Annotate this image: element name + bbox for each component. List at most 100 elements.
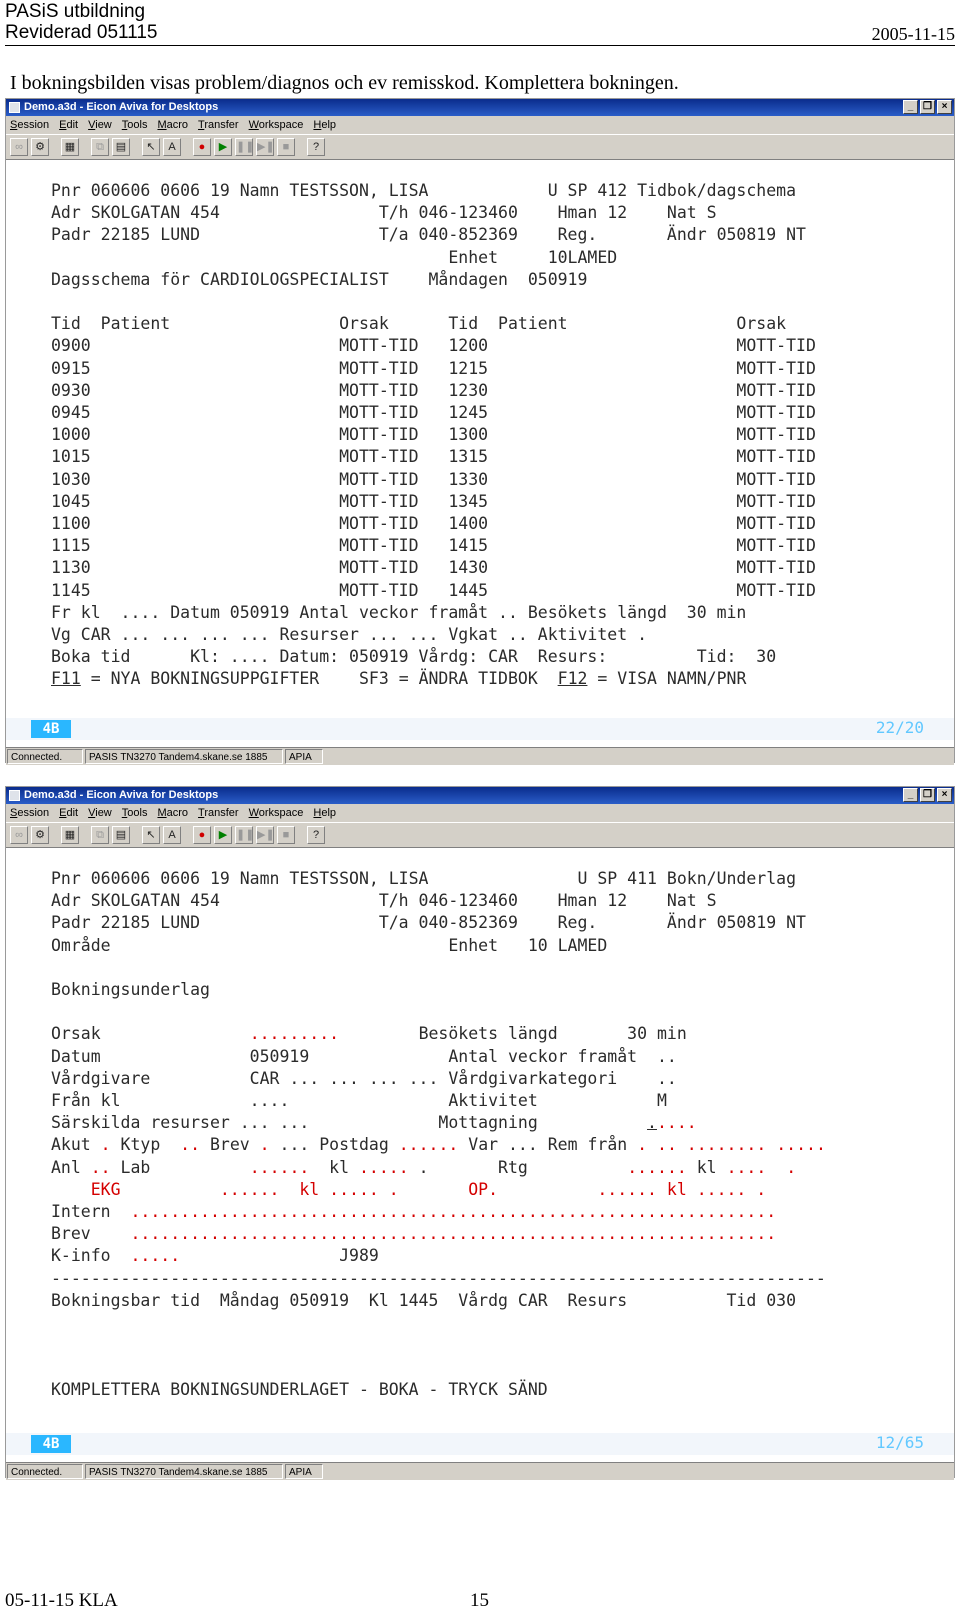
menu-tools[interactable]: Tools — [122, 116, 148, 134]
input-field[interactable]: .... — [727, 1158, 767, 1177]
close-button[interactable]: × — [937, 788, 952, 802]
pointer-icon[interactable]: ↖ — [142, 826, 160, 844]
screen-line: Padr 22185 LUND T/a 040-852369 Reg. Ändr… — [51, 225, 806, 245]
input-field[interactable]: EKG ...... kl ..... . OP. ...... kl ....… — [51, 1180, 767, 1199]
field-text: Intern — [51, 1202, 131, 1222]
close-button[interactable]: × — [937, 100, 952, 114]
menu-workspace[interactable]: Workspace — [249, 804, 304, 822]
menu-edit[interactable]: Edit — [59, 116, 78, 134]
input-field[interactable]: . .. ........ ..... — [637, 1135, 826, 1154]
input-field[interactable]: ..... — [359, 1158, 409, 1177]
menu-help[interactable]: Help — [313, 116, 336, 134]
status-bar: Connected. PASIS TN3270 Tandem4.skane.se… — [6, 747, 954, 765]
help-icon[interactable]: ? — [307, 138, 325, 156]
f12-key[interactable]: F12 — [558, 669, 588, 688]
screen-line: Fr kl .... Datum 050919 Antal veckor fra… — [51, 602, 747, 622]
menu-macro[interactable]: Macro — [157, 116, 188, 134]
terminal-screen[interactable]: Pnr 060606 0606 19 Namn TESTSSON, LISA U… — [6, 160, 954, 747]
screen-line: 1000 MOTT-TID 1300 MOTT-TID — [51, 425, 816, 445]
screen-line: Från kl .... Aktivitet M — [51, 1091, 667, 1111]
screen-line: 1115 MOTT-TID 1415 MOTT-TID — [51, 536, 816, 556]
input-field[interactable]: . — [101, 1135, 111, 1154]
input-field[interactable]: ...... — [250, 1158, 310, 1177]
field-text[interactable]: . — [647, 1113, 657, 1132]
screen-line: Pnr 060606 0606 19 Namn TESTSSON, LISA U… — [51, 869, 797, 888]
stop-icon[interactable]: ■ — [277, 138, 295, 156]
minimize-button[interactable]: _ — [903, 100, 918, 114]
menu-session[interactable]: Session — [10, 804, 49, 822]
font-icon[interactable]: A — [163, 826, 181, 844]
input-field[interactable]: .... — [657, 1113, 697, 1132]
input-field[interactable]: ......... — [250, 1024, 339, 1043]
menu-help[interactable]: Help — [313, 804, 336, 822]
copy-icon[interactable]: ⧉ — [91, 826, 109, 844]
screen-line — [51, 1001, 826, 1023]
step-icon[interactable]: ▶❚ — [256, 138, 275, 156]
paste-icon[interactable]: ▤ — [112, 826, 130, 844]
window-titlebar[interactable]: Demo.a3d - Eicon Aviva for Desktops _ ❐ … — [6, 99, 954, 116]
minimize-button[interactable]: _ — [903, 788, 918, 802]
input-field[interactable]: . — [786, 1158, 796, 1177]
record-icon[interactable]: ● — [193, 138, 211, 156]
menu-transfer[interactable]: Transfer — [198, 804, 239, 822]
menu-view[interactable]: View — [88, 804, 112, 822]
screen-line — [51, 1356, 826, 1378]
connect-icon[interactable]: ∞ — [10, 138, 28, 156]
disconnect-icon[interactable]: ⚙ — [31, 826, 49, 844]
screen-line: Område Enhet 10 LAMED — [51, 935, 608, 955]
copy-icon[interactable]: ⧉ — [91, 138, 109, 156]
input-field[interactable]: .. — [91, 1158, 111, 1177]
menu-session[interactable]: Session — [10, 116, 49, 134]
input-field[interactable]: .. — [180, 1135, 200, 1154]
disconnect-icon[interactable]: ⚙ — [31, 138, 49, 156]
screen-line: Pnr 060606 0606 19 Namn TESTSSON, LISA U… — [51, 181, 797, 200]
menu-transfer[interactable]: Transfer — [198, 116, 239, 134]
menu-edit[interactable]: Edit — [59, 804, 78, 822]
oia-line — [6, 718, 954, 740]
status-mode: APIA — [285, 749, 323, 764]
screen-line: Akut . Ktyp .. Brev . ... Postdag ......… — [51, 1134, 826, 1156]
play-icon[interactable]: ▶ — [214, 826, 232, 844]
pause-icon[interactable]: ❚❚ — [235, 826, 254, 844]
screen-line: 1015 MOTT-TID 1315 MOTT-TID — [51, 447, 816, 467]
screen-line: Enhet 10LAMED — [51, 247, 618, 267]
font-icon[interactable]: A — [163, 138, 181, 156]
terminal-screen[interactable]: Pnr 060606 0606 19 Namn TESTSSON, LISA U… — [6, 848, 954, 1462]
input-field[interactable]: ..... — [130, 1246, 180, 1265]
menu-bar: Session Edit View Tools Macro Transfer W… — [6, 116, 954, 134]
menu-view[interactable]: View — [88, 116, 112, 134]
step-icon[interactable]: ▶❚ — [256, 826, 275, 844]
print-icon[interactable]: ▦ — [61, 138, 79, 156]
input-field[interactable]: ...... — [627, 1158, 687, 1177]
print-icon[interactable]: ▦ — [61, 826, 79, 844]
pause-icon[interactable]: ❚❚ — [235, 138, 254, 156]
input-field[interactable]: ...... — [399, 1135, 459, 1154]
f11-key[interactable]: F11 — [51, 669, 81, 688]
screen-line: KOMPLETTERA BOKNINGSUNDERLAGET - BOKA - … — [51, 1379, 548, 1399]
screen-line: 1100 MOTT-TID 1400 MOTT-TID — [51, 514, 816, 534]
window-titlebar[interactable]: Demo.a3d - Eicon Aviva for Desktops _ ❐ … — [6, 787, 954, 804]
paste-icon[interactable]: ▤ — [112, 138, 130, 156]
restore-button[interactable]: ❐ — [920, 100, 935, 114]
status-connected: Connected. — [7, 1464, 83, 1479]
menu-bar: Session Edit View Tools Macro Transfer W… — [6, 804, 954, 822]
restore-button[interactable]: ❐ — [920, 788, 935, 802]
input-field[interactable]: ........................................… — [130, 1202, 776, 1221]
menu-macro[interactable]: Macro — [157, 804, 188, 822]
stop-icon[interactable]: ■ — [277, 826, 295, 844]
screen-line: 1145 MOTT-TID 1445 MOTT-TID — [51, 580, 816, 600]
screen-line — [51, 1312, 826, 1334]
menu-tools[interactable]: Tools — [122, 804, 148, 822]
connect-icon[interactable]: ∞ — [10, 826, 28, 844]
field-text: Brev — [51, 1224, 131, 1244]
help-icon[interactable]: ? — [307, 826, 325, 844]
play-icon[interactable]: ▶ — [214, 138, 232, 156]
record-icon[interactable]: ● — [193, 826, 211, 844]
screen-line: Padr 22185 LUND T/a 040-852369 Reg. Ändr… — [51, 913, 806, 933]
input-field[interactable]: . — [260, 1135, 270, 1154]
screen-line: Adr SKOLGATAN 454 T/h 046-123460 Hman 12… — [51, 203, 717, 223]
screen-line: 0915 MOTT-TID 1215 MOTT-TID — [51, 358, 816, 378]
menu-workspace[interactable]: Workspace — [249, 116, 304, 134]
input-field[interactable]: ........................................… — [130, 1224, 776, 1243]
pointer-icon[interactable]: ↖ — [142, 138, 160, 156]
